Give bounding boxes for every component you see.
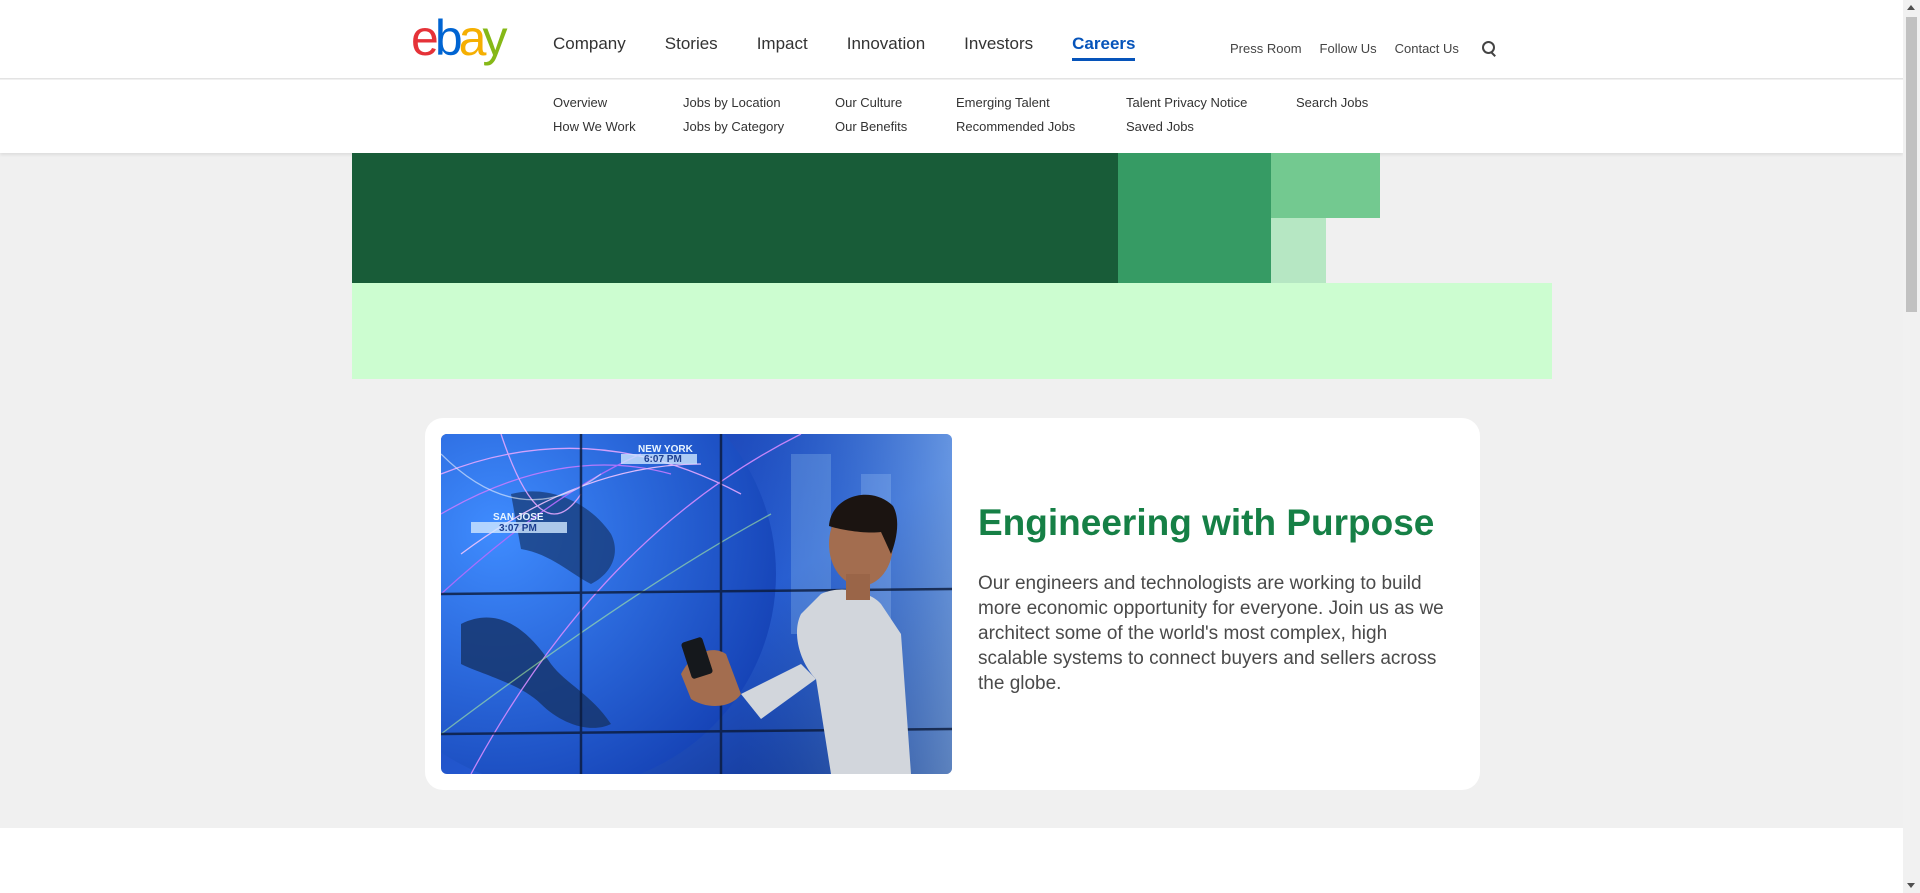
subnav-our-culture[interactable]: Our Culture [835, 95, 907, 110]
hero-block-dark [352, 153, 1118, 283]
subnav-jobs-by-location[interactable]: Jobs by Location [683, 95, 784, 110]
hero-block-mid [1118, 153, 1271, 283]
hero-band-mint [352, 283, 1552, 379]
ebay-logo[interactable]: ebay [411, 13, 507, 63]
scroll-thumb[interactable] [1906, 17, 1917, 312]
nav-innovation[interactable]: Innovation [847, 34, 925, 54]
page-scrollbar[interactable] [1903, 0, 1920, 893]
site-header: ebay Company Stories Impact Innovation I… [0, 0, 1903, 79]
svg-text:SAN JOSE: SAN JOSE [493, 512, 544, 523]
subnav-column: Overview How We Work [553, 95, 636, 134]
subnav-saved-jobs[interactable]: Saved Jobs [1126, 119, 1247, 134]
subnav-column: Jobs by Location Jobs by Category [683, 95, 784, 134]
follow-us-link[interactable]: Follow Us [1320, 41, 1377, 56]
subnav-jobs-by-category[interactable]: Jobs by Category [683, 119, 784, 134]
next-section [0, 828, 1903, 893]
nav-stories[interactable]: Stories [665, 34, 718, 54]
engineer-globe-photo: NEW YORK 6:07 PM SAN JOSE 3:07 PM [441, 434, 952, 774]
subnav-column: Search Jobs [1296, 95, 1368, 110]
svg-text:3:07 PM: 3:07 PM [499, 523, 537, 534]
svg-text:6:07 PM: 6:07 PM [644, 454, 682, 465]
subnav-emerging-talent[interactable]: Emerging Talent [956, 95, 1075, 110]
hero-block-pale [1271, 218, 1326, 283]
press-room-link[interactable]: Press Room [1230, 41, 1302, 56]
nav-impact[interactable]: Impact [757, 34, 808, 54]
nav-careers[interactable]: Careers [1072, 34, 1136, 61]
utility-nav: Press Room Follow Us Contact Us [1230, 40, 1497, 56]
contact-us-link[interactable]: Contact Us [1395, 41, 1459, 56]
careers-subnav: Overview How We Work Jobs by Location Jo… [0, 80, 1903, 153]
primary-nav: Company Stories Impact Innovation Invest… [553, 34, 1174, 61]
subnav-column: Talent Privacy Notice Saved Jobs [1126, 95, 1247, 134]
subnav-talent-privacy-notice[interactable]: Talent Privacy Notice [1126, 95, 1247, 110]
subnav-overview[interactable]: Overview [553, 95, 636, 110]
subnav-column: Emerging Talent Recommended Jobs [956, 95, 1075, 134]
feature-body: Our engineers and technologists are work… [978, 573, 1444, 694]
hero-block-light [1271, 153, 1380, 218]
search-icon[interactable] [1481, 40, 1497, 56]
nav-company[interactable]: Company [553, 34, 626, 54]
nav-investors[interactable]: Investors [964, 34, 1033, 54]
subnav-how-we-work[interactable]: How We Work [553, 119, 636, 134]
scroll-up-arrow-icon[interactable] [1907, 5, 1915, 10]
subnav-column: Our Culture Our Benefits [835, 95, 907, 134]
feature-card: NEW YORK 6:07 PM SAN JOSE 3:07 PM Engine… [425, 418, 1480, 790]
scroll-down-arrow-icon[interactable] [1907, 883, 1915, 888]
subnav-search-jobs[interactable]: Search Jobs [1296, 95, 1368, 110]
feature-title: Engineering with Purpose [978, 502, 1435, 543]
subnav-our-benefits[interactable]: Our Benefits [835, 119, 907, 134]
subnav-recommended-jobs[interactable]: Recommended Jobs [956, 119, 1075, 134]
